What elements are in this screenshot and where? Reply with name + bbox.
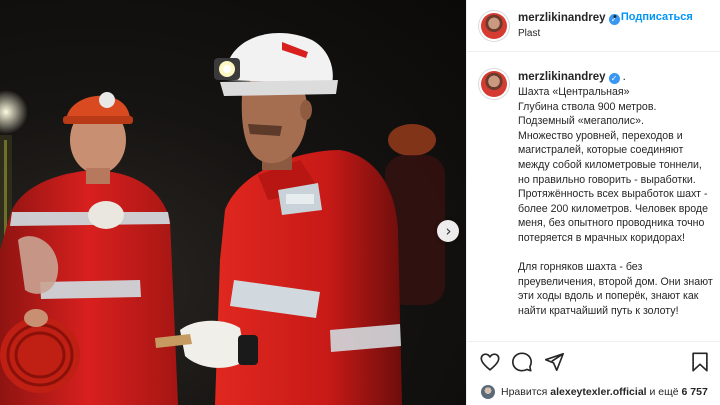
lamp-glow [0, 90, 28, 134]
caption-text: Шахта «Центральная» Глубина ствола 900 м… [518, 86, 713, 317]
comment-bubble-icon [512, 352, 532, 372]
likes-summary: Нравится alexeytexler.official и ещё 6 7… [467, 381, 720, 405]
post-photo[interactable]: › [0, 0, 466, 405]
action-bar [467, 341, 720, 381]
caption-trailing: . [622, 71, 626, 83]
likes-prefix: Нравится [501, 386, 548, 398]
mine-workers-photo [0, 33, 445, 405]
username-text[interactable]: merzlikinandrey [518, 71, 606, 83]
header-username[interactable]: merzlikinandrey ✓ [518, 12, 620, 25]
bookmark-icon [692, 352, 708, 372]
avatar[interactable] [479, 69, 509, 99]
username-text[interactable]: merzlikinandrey [518, 12, 606, 24]
caption-username[interactable]: merzlikinandrey ✓. [518, 71, 626, 84]
follow-button[interactable]: • Подписаться [613, 11, 693, 23]
follow-label[interactable]: Подписаться [621, 11, 693, 23]
next-photo-button[interactable]: › [437, 220, 459, 242]
likes-middle: и ещё [649, 386, 679, 398]
avatar[interactable] [481, 385, 495, 399]
liker-username[interactable]: alexeytexler.official [550, 386, 646, 398]
location-link[interactable]: Plast [518, 28, 540, 39]
verified-badge-icon: ✓ [608, 73, 620, 84]
chevron-right-icon: › [445, 221, 452, 240]
heart-icon [480, 353, 500, 371]
background-helmet [388, 124, 436, 156]
instagram-post: › merzlikinandrey ✓ • Подписаться Plast me… [0, 0, 720, 405]
share-button[interactable] [543, 351, 565, 373]
paper-plane-icon [544, 352, 564, 372]
likes-text: Нравится alexeytexler.official и ещё 6 7… [501, 386, 708, 398]
avatar[interactable] [479, 11, 509, 41]
post-header: merzlikinandrey ✓ • Подписаться Plast [467, 0, 720, 52]
post-side-panel: merzlikinandrey ✓ • Подписаться Plast merz… [466, 0, 720, 405]
comment-button[interactable] [511, 351, 533, 373]
caption-section: merzlikinandrey ✓. Шахта «Центральная» Гл… [467, 53, 720, 341]
save-button[interactable] [689, 351, 711, 373]
right-worker [155, 33, 402, 405]
like-button[interactable] [479, 351, 501, 373]
likes-count[interactable]: 6 757 [682, 386, 708, 398]
left-worker [0, 92, 178, 405]
follow-separator: • [613, 11, 617, 23]
